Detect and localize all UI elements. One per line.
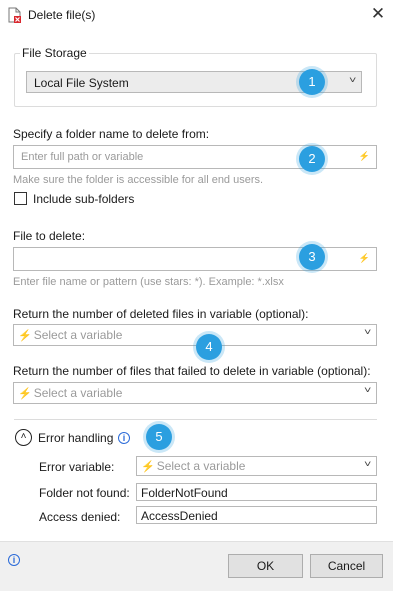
deleted-count-placeholder: Select a variable [33, 328, 123, 342]
failed-count-select[interactable]: ⚡ Select a variable ˅ [13, 382, 377, 404]
folder-placeholder: Enter full path or variable [21, 151, 144, 163]
error-variable-label: Error variable: [39, 460, 115, 474]
include-subfolders-label: Include sub-folders [33, 192, 135, 206]
chevron-up-icon[interactable]: ˄ [15, 429, 32, 446]
ok-button[interactable]: OK [228, 554, 303, 578]
close-icon[interactable]: ✕ [368, 4, 388, 24]
variable-bolt-icon[interactable]: ⚡ [359, 253, 370, 264]
error-variable-placeholder: Select a variable [156, 459, 246, 473]
access-denied-input[interactable]: AccessDenied [136, 506, 377, 524]
chevron-down-icon: ˅ [363, 459, 372, 469]
chevron-down-icon: ˅ [363, 327, 372, 337]
callout-badge-4: 4 [196, 334, 222, 360]
window-title: Delete file(s) [28, 8, 96, 22]
info-icon[interactable]: i [8, 554, 20, 566]
error-variable-select[interactable]: ⚡ Select a variable ˅ [136, 456, 377, 476]
cancel-button[interactable]: Cancel [310, 554, 383, 578]
file-hint: Enter file name or pattern (use stars: *… [13, 276, 284, 288]
section-divider [14, 419, 377, 420]
folder-not-found-label: Folder not found: [39, 486, 130, 500]
failed-count-label: Return the number of files that failed t… [13, 364, 371, 378]
callout-badge-3: 3 [299, 244, 325, 270]
title-bar: Delete file(s) ✕ [0, 0, 393, 30]
variable-bolt-icon: ⚡ [18, 330, 32, 342]
access-denied-label: Access denied: [39, 510, 121, 524]
file-storage-selected: Local File System [34, 76, 129, 90]
deleted-count-label: Return the number of deleted files in va… [13, 307, 309, 321]
error-handling-title[interactable]: Error handling [38, 431, 113, 445]
folder-label: Specify a folder name to delete from: [13, 127, 210, 141]
callout-badge-5: 5 [146, 424, 172, 450]
folder-not-found-input[interactable]: FolderNotFound [136, 483, 377, 501]
include-subfolders-checkbox[interactable] [14, 192, 27, 205]
variable-bolt-icon: ⚡ [18, 388, 32, 400]
file-label: File to delete: [13, 229, 86, 243]
info-icon[interactable]: i [118, 432, 130, 444]
callout-badge-2: 2 [299, 146, 325, 172]
deleted-count-select[interactable]: ⚡ Select a variable ˅ [13, 324, 377, 346]
variable-bolt-icon: ⚡ [141, 461, 155, 473]
file-storage-legend: File Storage [20, 46, 89, 60]
chevron-down-icon: ˅ [363, 385, 372, 395]
variable-bolt-icon[interactable]: ⚡ [359, 151, 370, 162]
callout-badge-1: 1 [299, 69, 325, 95]
chevron-down-icon: ˅ [348, 75, 357, 85]
failed-count-placeholder: Select a variable [33, 386, 123, 400]
delete-file-icon [8, 7, 21, 23]
folder-hint: Make sure the folder is accessible for a… [13, 174, 264, 186]
